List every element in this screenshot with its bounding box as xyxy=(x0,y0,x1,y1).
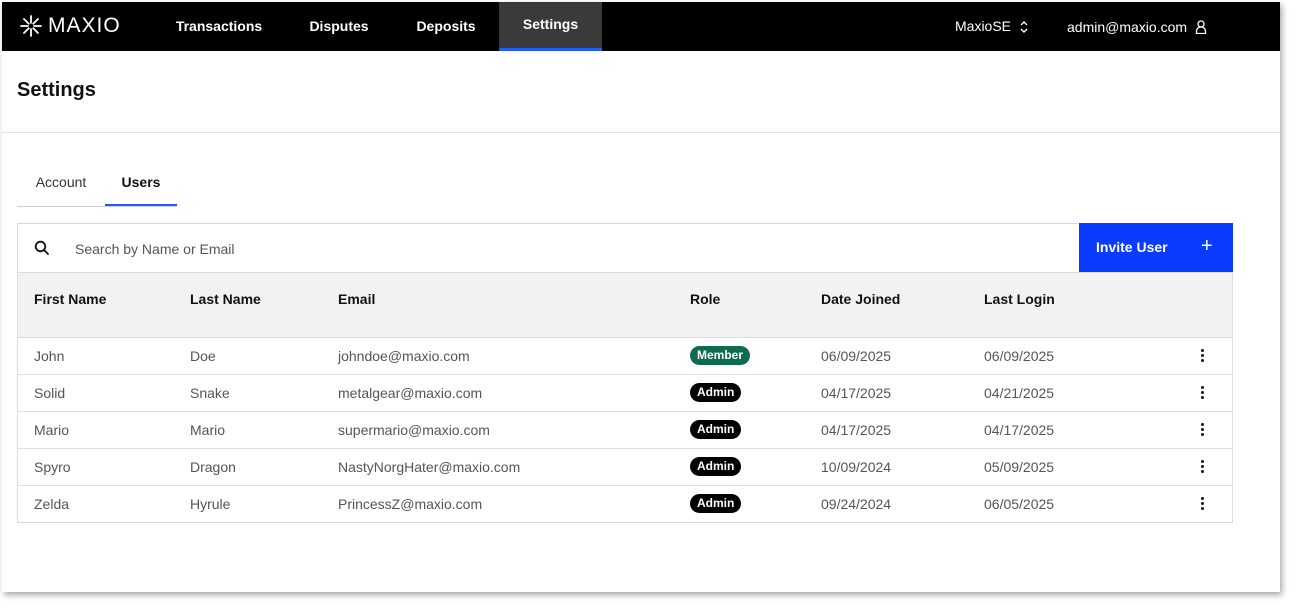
cell-last-name: Doe xyxy=(190,348,216,364)
nav-deposits[interactable]: Deposits xyxy=(402,2,490,51)
column-header-date-joined[interactable]: Date Joined xyxy=(821,291,900,307)
cell-first-name: Mario xyxy=(34,422,70,438)
tenant-switcher[interactable]: MaxioSE xyxy=(955,2,1029,51)
nav-disputes[interactable]: Disputes xyxy=(296,2,382,51)
role-badge: Member xyxy=(690,346,751,365)
table-row[interactable]: Zelda Hyrule PrincessZ@maxio.com Admin 0… xyxy=(18,486,1232,522)
table-row[interactable]: Mario Mario supermario@maxio.com Admin 0… xyxy=(18,412,1232,449)
cell-first-name: Solid xyxy=(34,385,66,401)
invite-user-button[interactable]: Invite User + xyxy=(1079,223,1233,273)
user-menu[interactable]: admin@maxio.com xyxy=(1067,2,1207,51)
cell-email: johndoe@maxio.com xyxy=(338,348,470,364)
cell-date-joined: 06/09/2025 xyxy=(821,348,892,364)
nav-settings[interactable]: Settings xyxy=(499,2,602,51)
cell-last-login: 04/17/2025 xyxy=(984,422,1055,438)
cell-email: metalgear@maxio.com xyxy=(338,385,483,401)
column-header-first-name[interactable]: First Name xyxy=(34,291,106,307)
role-badge: Admin xyxy=(690,457,742,476)
cell-email: supermario@maxio.com xyxy=(338,422,490,438)
cell-last-login: 05/09/2025 xyxy=(984,459,1055,475)
cell-date-joined: 09/24/2024 xyxy=(821,496,892,512)
column-header-last-name[interactable]: Last Name xyxy=(190,291,261,307)
cell-date-joined: 10/09/2024 xyxy=(821,459,892,475)
column-header-email[interactable]: Email xyxy=(338,291,375,307)
cell-last-name: Mario xyxy=(190,422,226,438)
user-email: admin@maxio.com xyxy=(1067,18,1188,35)
role-badge: Admin xyxy=(690,420,742,439)
cell-last-name: Dragon xyxy=(190,459,236,475)
table-row[interactable]: John Doe johndoe@maxio.com Member 06/09/… xyxy=(18,338,1232,375)
search-icon xyxy=(34,240,49,255)
user-icon xyxy=(1195,19,1207,34)
tenant-name: MaxioSE xyxy=(955,18,1012,34)
brand-name: MAXIO xyxy=(48,14,121,37)
row-actions-kebab-icon[interactable] xyxy=(1198,496,1206,512)
row-actions-kebab-icon[interactable] xyxy=(1198,422,1206,438)
nav-transactions[interactable]: Transactions xyxy=(162,2,276,51)
brand-logo[interactable]: MAXIO xyxy=(20,14,121,38)
cell-email: PrincessZ@maxio.com xyxy=(338,496,483,512)
users-table: First Name Last Name Email Role Date Joi… xyxy=(17,272,1233,523)
role-badge: Admin xyxy=(690,494,742,513)
tab-users[interactable]: Users xyxy=(105,162,177,206)
cell-last-login: 06/09/2025 xyxy=(984,348,1055,364)
table-row[interactable]: Solid Snake metalgear@maxio.com Admin 04… xyxy=(18,375,1232,412)
cell-first-name: Spyro xyxy=(34,459,71,475)
top-navigation-bar: MAXIO Transactions Disputes Deposits Set… xyxy=(2,2,1280,51)
row-actions-kebab-icon[interactable] xyxy=(1198,385,1206,401)
row-actions-kebab-icon[interactable] xyxy=(1198,459,1206,475)
cell-first-name: John xyxy=(34,348,65,364)
tab-account[interactable]: Account xyxy=(17,162,105,205)
table-row[interactable]: Spyro Dragon NastyNorgHater@maxio.com Ad… xyxy=(18,449,1232,486)
cell-last-login: 06/05/2025 xyxy=(984,496,1055,512)
cell-date-joined: 04/17/2025 xyxy=(821,422,892,438)
app-window: MAXIO Transactions Disputes Deposits Set… xyxy=(2,2,1280,592)
cell-date-joined: 04/17/2025 xyxy=(821,385,892,401)
plus-icon: + xyxy=(1201,235,1213,257)
maxio-logo-icon xyxy=(20,15,42,37)
cell-email: NastyNorgHater@maxio.com xyxy=(338,459,521,475)
invite-user-label: Invite User xyxy=(1096,239,1168,255)
column-header-role[interactable]: Role xyxy=(690,291,720,307)
settings-tabs: Account Users xyxy=(17,162,177,207)
chevron-up-down-icon xyxy=(1020,20,1028,33)
table-header: First Name Last Name Email Role Date Joi… xyxy=(18,272,1232,338)
column-header-last-login[interactable]: Last Login xyxy=(984,291,1055,307)
cell-last-name: Snake xyxy=(190,385,230,401)
search-bar xyxy=(17,223,1078,273)
row-actions-kebab-icon[interactable] xyxy=(1198,348,1206,364)
cell-last-login: 04/21/2025 xyxy=(984,385,1055,401)
cell-last-name: Hyrule xyxy=(190,496,231,512)
page-header: Settings xyxy=(2,51,1280,133)
role-badge: Admin xyxy=(690,383,742,402)
search-input[interactable] xyxy=(73,236,1057,262)
page-title: Settings xyxy=(17,79,96,101)
cell-first-name: Zelda xyxy=(34,496,70,512)
